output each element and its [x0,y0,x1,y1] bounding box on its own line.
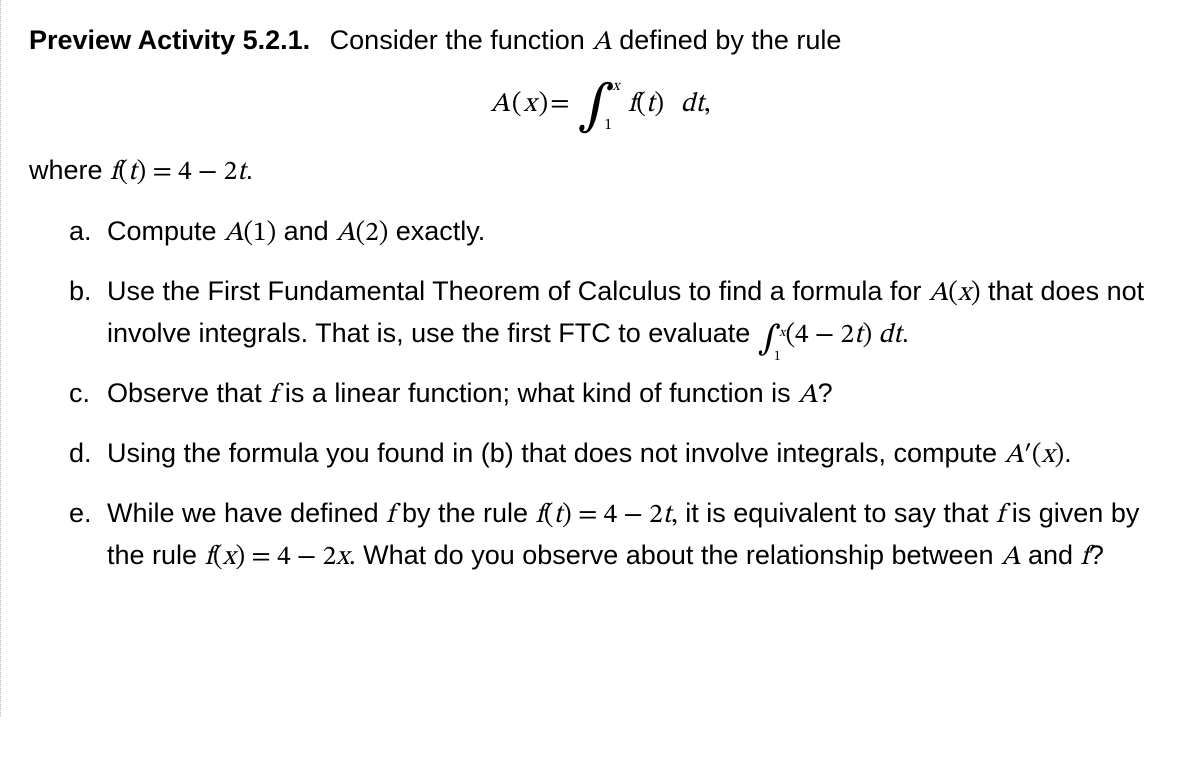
integral: ∫ x 1 [578,79,618,131]
item-e-m2-fn: f [536,502,544,529]
item-a: a. Compute A(1) and A(2) exactly. [69,212,1172,254]
integrand: f(t) dt, [628,88,711,122]
where-prefix: where [29,155,110,185]
item-b-dt-d: d [879,322,894,349]
item-e-text-1: While we have defined [107,498,386,528]
item-c-text-1: Observe that [107,378,269,408]
item-e-m4-rhs-var: x [336,544,349,571]
item-e-marker: e. [69,494,92,534]
item-b-integral: ∫ x 1 [758,326,785,356]
activity-container: Preview Activity 5.2.1. Consider the fun… [0,0,1200,717]
activity-intro: Consider the function A defined by the r… [330,25,842,55]
item-e-text-6: and [1020,540,1080,570]
dt-d: d [681,91,696,118]
display-equation: A(x) = ∫ x 1 f(t) dt, [29,79,1172,131]
item-a-m2-fn: A [336,220,355,247]
item-a-m1-fn: A [224,220,243,247]
item-b-m1-fn: A [929,280,948,307]
item-b-integrand-post: ) [863,322,879,349]
item-c-m2: A [798,382,817,409]
item-e-m2-rhs-pre: = 4 − 2 [572,502,663,529]
item-b-integral-upper: x [779,324,785,343]
item-e-text-3: it is equivalent to say that [678,498,996,528]
item-d: d. Using the formula you found in (b) th… [69,434,1172,476]
item-b: b. Use the First Fundamental Theorem of … [69,272,1172,356]
eq-lhs-paren-close: ) [538,88,548,122]
item-e-text-5: What do you observe about the relationsh… [356,540,1001,570]
item-d-marker: d. [69,434,92,474]
eq-equals: = [550,88,569,122]
item-d-m1-fn: A [1005,442,1024,469]
item-e: e. While we have defined f by the rule f… [69,494,1172,578]
item-b-integral-limits: x 1 [778,326,784,356]
item-b-text-3: . [902,318,910,348]
item-a-text-2: and [276,216,336,246]
item-a-text-1: Compute [107,216,224,246]
where-rhs: = 4 − 2 [146,159,237,186]
item-d-text-2: . [1064,438,1072,468]
item-e-m2-arg: t [553,502,562,529]
item-d-m1-paren-close: ) [1054,442,1064,469]
item-d-m1-paren-open: ( [1032,442,1042,469]
item-e-m4-rhs-pre: = 4 − 2 [245,544,336,571]
item-e-m4-paren-open: ( [213,544,223,571]
where-paren-close: ) [137,159,147,186]
item-d-m1-prime: ′ [1024,442,1032,469]
intro-text-before: Consider the function [330,25,593,55]
dt-var: t [695,91,704,118]
item-b-m1-arg: x [958,280,971,307]
item-e-m2-comma: , [671,502,678,529]
item-e-m4-arg: x [223,544,236,571]
where-arg: t [128,159,137,186]
item-e-m4-paren-close: ) [235,544,245,571]
item-e-m5: A [1001,544,1020,571]
eq-lhs-fn: A [491,88,510,122]
integrand-paren-open: ( [636,91,646,118]
item-c-text-2: is a linear function; what kind of funct… [277,378,798,408]
item-c: c. Observe that f is a linear function; … [69,374,1172,416]
item-e-m2-paren-close: ) [562,502,572,529]
item-a-m2-arg: (2) [356,220,389,247]
eq-comma: , [704,91,711,118]
activity-heading-line: Preview Activity 5.2.1. Consider the fun… [29,22,1172,61]
where-period: . [246,155,254,185]
integrand-paren-close: ) [654,91,664,118]
item-b-m1-paren-open: ( [948,280,958,307]
where-rhs-var: t [237,159,246,186]
item-c-text-3: ? [818,378,833,408]
item-a-text-3: exactly. [388,216,485,246]
item-d-m1-arg: x [1042,442,1055,469]
item-b-integral-lower: 1 [774,348,780,367]
intro-text-after: defined by the rule [612,25,842,55]
item-b-dt-var: t [893,322,902,349]
item-e-text-7: ? [1089,540,1104,570]
item-c-marker: c. [69,374,90,414]
intro-var-A: A [592,29,611,56]
item-e-m4-period: . [349,544,356,571]
item-b-integrand-pre: (4 − 2 [786,322,855,349]
activity-label: Preview Activity 5.2.1. [29,25,310,55]
item-e-m4-fn: f [205,544,213,571]
eq-lhs-paren-open: ( [512,88,522,122]
integrand-fn: f [628,91,636,118]
item-b-text-1: Use the First Fundamental Theorem of Cal… [107,276,929,306]
item-list: a. Compute A(1) and A(2) exactly. b. Use… [29,212,1172,578]
item-e-m6: f [1081,544,1089,571]
eq-lhs-arg: x [524,88,537,122]
item-a-m1-arg: (1) [243,220,276,247]
item-e-m2-rhs-var: t [663,502,672,529]
item-e-text-2: by the rule [394,498,535,528]
integral-upper: x [613,77,620,96]
where-paren-open: ( [118,159,128,186]
item-d-text-1: Using the formula you found in (b) that … [107,438,1005,468]
where-clause: where f(t) = 4 − 2t. [29,155,1172,190]
item-b-integrand-var: t [854,322,863,349]
item-b-marker: b. [69,272,92,312]
integral-lower: 1 [605,116,612,135]
item-a-marker: a. [69,212,92,252]
